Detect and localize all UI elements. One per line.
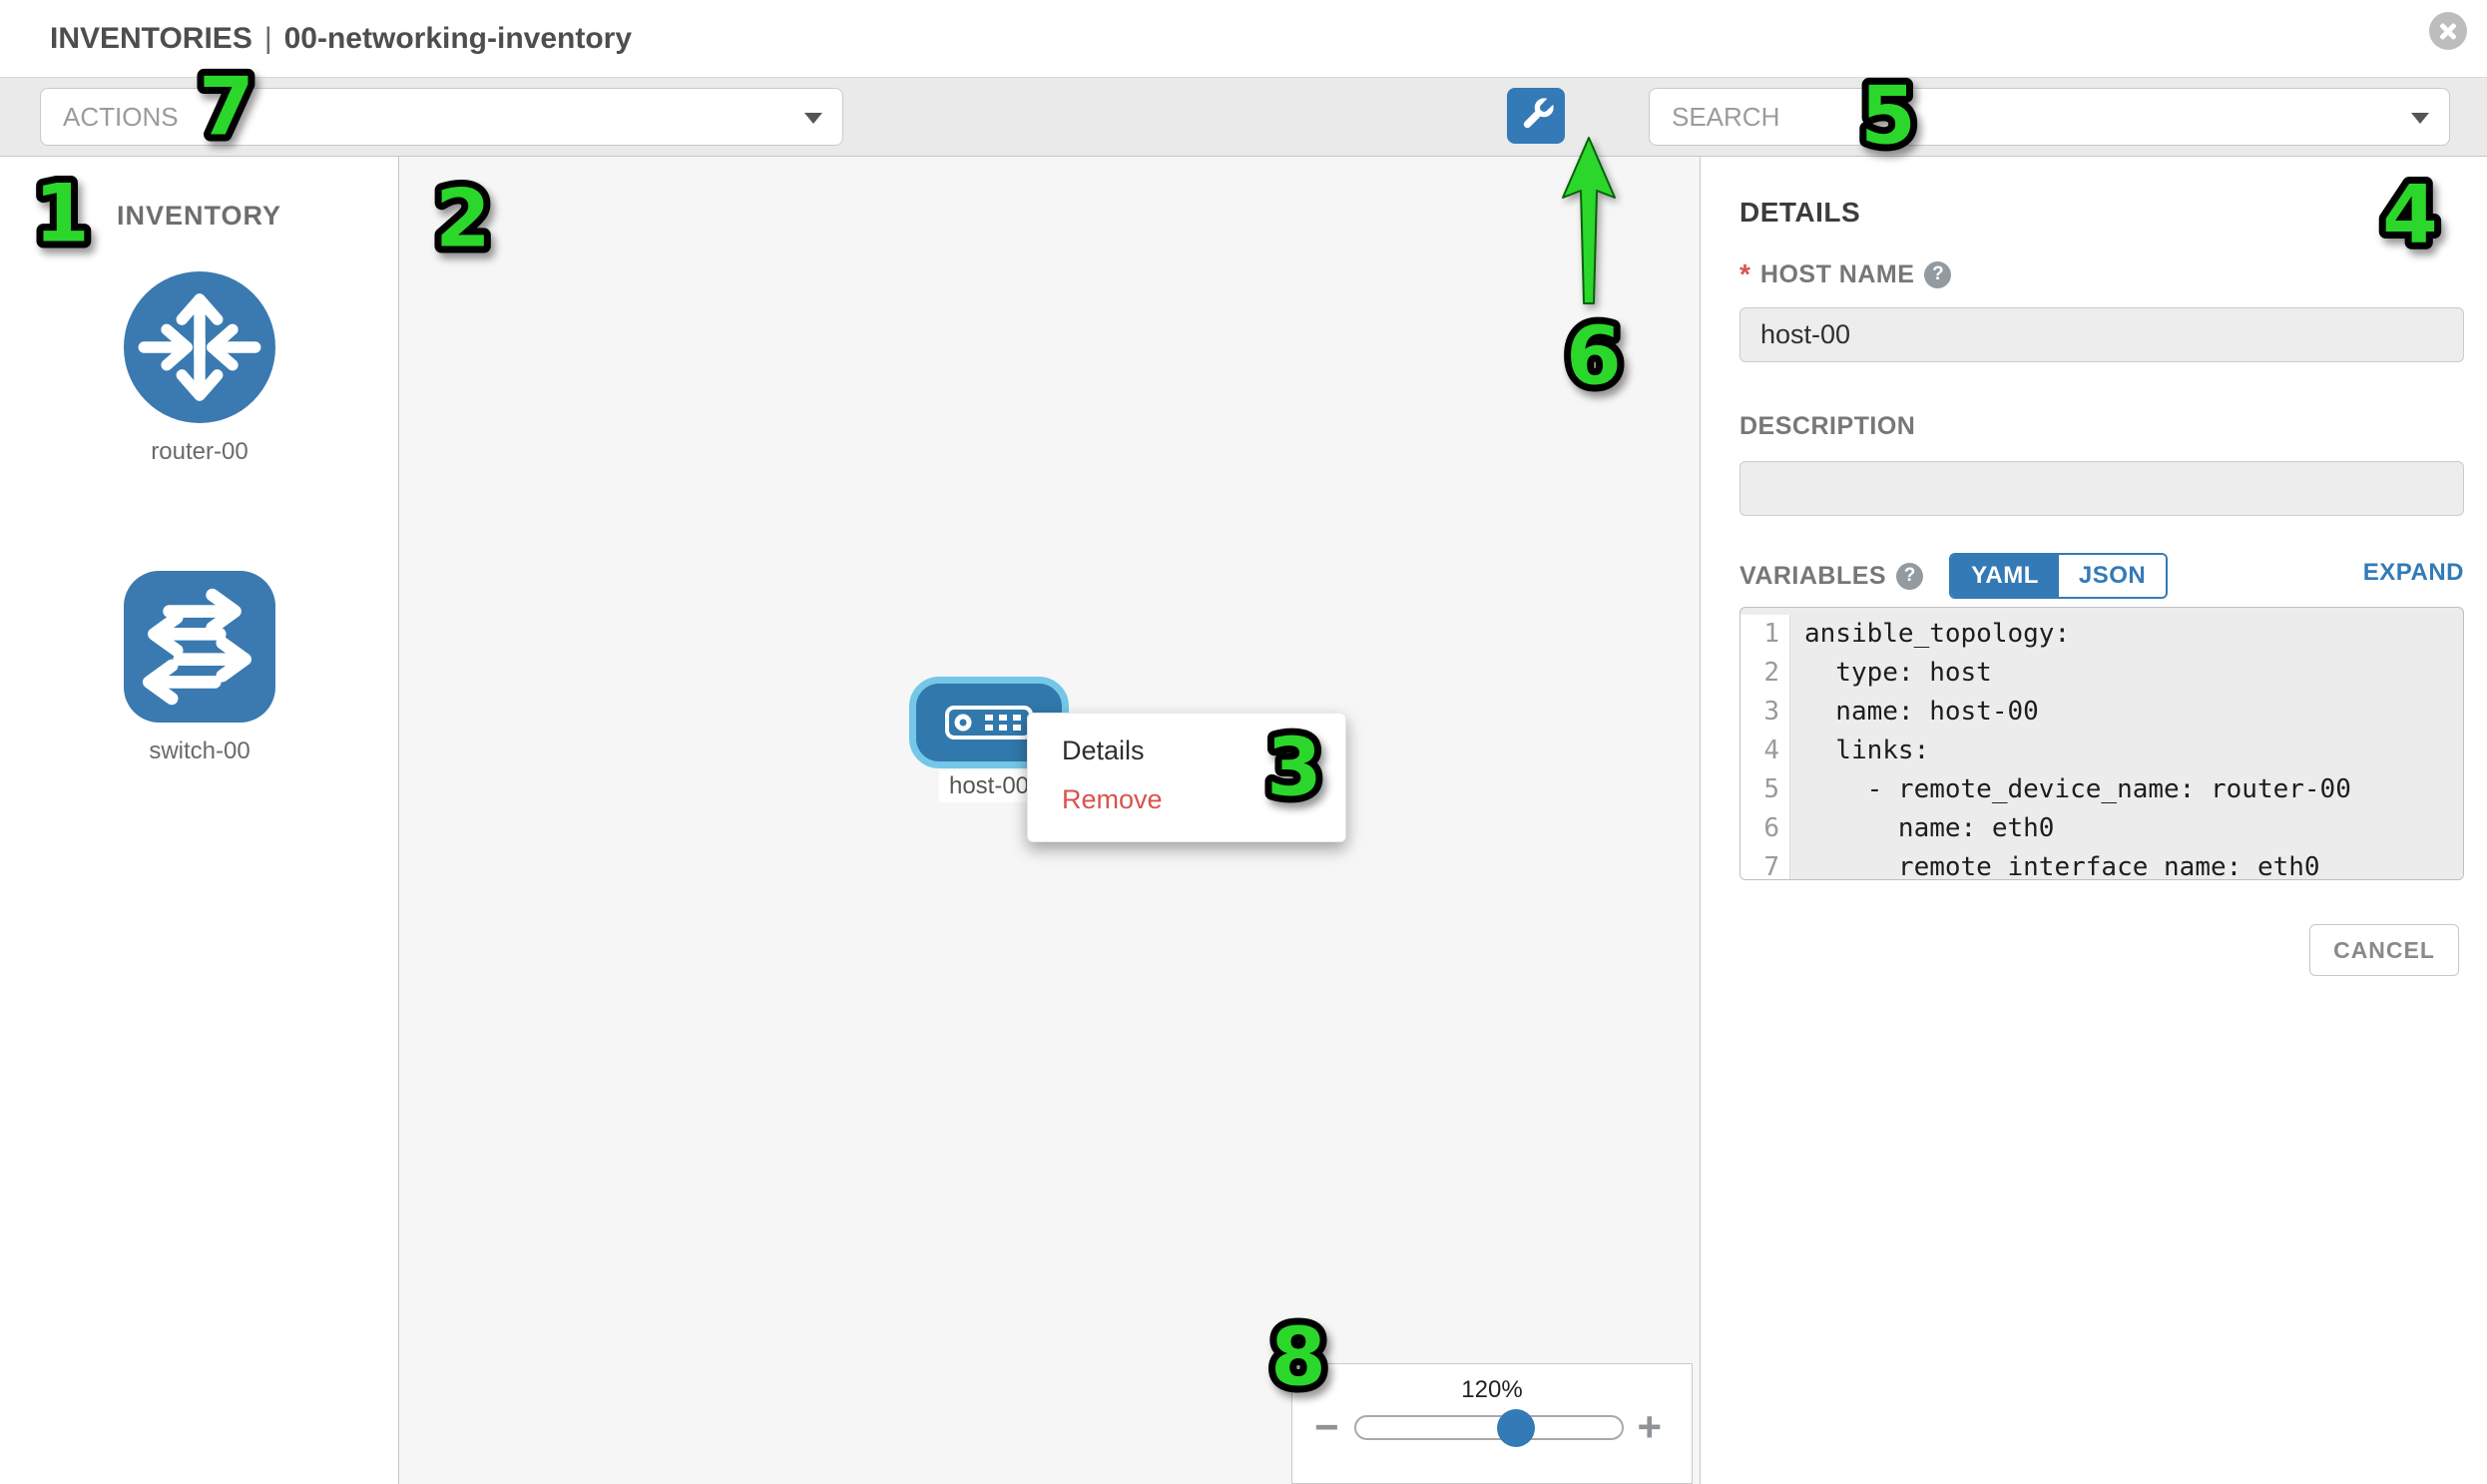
sidebar-item-switch[interactable]: switch-00	[124, 571, 275, 765]
description-label: DESCRIPTION	[1740, 412, 1915, 441]
line-number: 1	[1741, 615, 1790, 654]
code-text: name: host-00	[1790, 693, 2463, 732]
description-label-row: DESCRIPTION	[1740, 412, 1915, 441]
page-title-section: INVENTORIES	[50, 22, 252, 55]
code-text: - remote_device_name: router-00	[1790, 770, 2463, 809]
actions-dropdown[interactable]: ACTIONS	[40, 88, 843, 146]
title-separator: |	[264, 22, 272, 55]
hostname-label-row: * HOST NAME ?	[1740, 258, 1951, 290]
toggle-toolbox-button[interactable]	[1507, 88, 1565, 144]
actions-dropdown-label: ACTIONS	[63, 102, 179, 133]
page-title: INVENTORIES | 00-networking-inventory	[50, 0, 632, 77]
search-placeholder: SEARCH	[1672, 102, 1779, 133]
chevron-down-icon	[804, 113, 822, 124]
code-text: links:	[1790, 732, 2463, 770]
line-number: 4	[1741, 732, 1790, 770]
inventory-sidebar: INVENTORY router-00	[0, 157, 399, 1484]
router-icon	[124, 271, 275, 423]
close-button[interactable]	[2429, 12, 2467, 50]
details-panel: DETAILS * HOST NAME ? DESCRIPTION VARIAB…	[1701, 157, 2487, 1484]
zoom-slider-track[interactable]	[1354, 1415, 1624, 1440]
description-input[interactable]	[1740, 461, 2464, 516]
switch-icon	[124, 571, 275, 723]
node-context-menu: Details Remove	[1027, 713, 1346, 842]
context-menu-item-remove[interactable]: Remove	[1028, 775, 1345, 824]
zoom-slider-row: − +	[1292, 1404, 1692, 1450]
chevron-down-icon	[2411, 113, 2429, 124]
code-line: 3 name: host-00	[1741, 693, 2463, 732]
variables-code-editor[interactable]: 1ansible_topology: 2 type: host 3 name: …	[1740, 607, 2464, 880]
hostname-label: HOST NAME	[1760, 260, 1915, 289]
context-menu-item-details[interactable]: Details	[1028, 727, 1345, 775]
hostname-input[interactable]	[1740, 307, 2464, 362]
code-text: ansible_topology:	[1790, 615, 2463, 654]
code-text: type: host	[1790, 654, 2463, 693]
required-marker: *	[1740, 258, 1750, 290]
code-line: 5 - remote_device_name: router-00	[1741, 770, 2463, 809]
host-node-label: host-00	[939, 770, 1039, 802]
zoom-control: 120% − +	[1291, 1363, 1693, 1484]
zoom-in-button[interactable]: +	[1638, 1407, 1663, 1447]
app-header: INVENTORIES | 00-networking-inventory	[0, 0, 2487, 77]
code-line: 2 type: host	[1741, 654, 2463, 693]
inventory-topology-screen: INVENTORIES | 00-networking-inventory ACTI…	[0, 0, 2487, 1484]
sidebar-item-label: switch-00	[124, 738, 275, 765]
search-dropdown[interactable]: SEARCH	[1649, 88, 2450, 146]
line-number: 6	[1741, 809, 1790, 848]
code-line: 1ansible_topology:	[1741, 615, 2463, 654]
code-line: 4 links:	[1741, 732, 2463, 770]
zoom-level: 120%	[1292, 1376, 1692, 1404]
sidebar-item-router[interactable]: router-00	[124, 271, 275, 466]
hostname-help-icon[interactable]: ?	[1924, 261, 1951, 288]
zoom-slider-thumb[interactable]	[1497, 1409, 1535, 1447]
expand-link[interactable]: EXPAND	[1740, 559, 2464, 587]
code-line: 7 remote_interface_name: eth0	[1741, 848, 2463, 880]
zoom-out-button[interactable]: −	[1314, 1407, 1339, 1447]
line-number: 2	[1741, 654, 1790, 693]
page-title-inventory-name: 00-networking-inventory	[284, 22, 632, 55]
sidebar-item-label: router-00	[124, 438, 275, 466]
code-text: name: eth0	[1790, 809, 2463, 848]
wrench-icon	[1515, 95, 1557, 137]
code-line: 6 name: eth0	[1741, 809, 2463, 848]
details-panel-title: DETAILS	[1740, 197, 1860, 229]
cancel-button[interactable]: CANCEL	[2309, 924, 2459, 976]
toolbar: ACTIONS SEARCH	[0, 77, 2487, 157]
topology-canvas[interactable]: host-00 Details Remove 120% − +	[399, 157, 1701, 1484]
server-icon	[945, 706, 1033, 740]
line-number: 5	[1741, 770, 1790, 809]
line-number: 3	[1741, 693, 1790, 732]
code-text: remote_interface_name: eth0	[1790, 848, 2463, 880]
sidebar-title: INVENTORY	[0, 201, 398, 232]
line-number: 7	[1741, 848, 1790, 880]
